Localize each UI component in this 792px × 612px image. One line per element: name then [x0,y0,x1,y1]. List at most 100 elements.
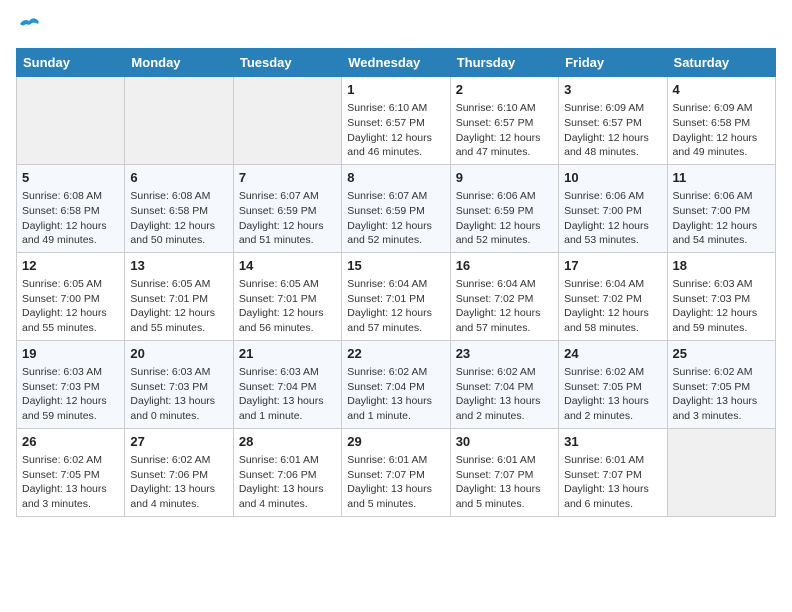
header-thursday: Thursday [450,49,558,77]
day-info: Sunrise: 6:04 AM Sunset: 7:02 PM Dayligh… [564,277,661,336]
week-row-0: 1 Sunrise: 6:10 AM Sunset: 6:57 PM Daylig… [17,77,776,165]
header-monday: Monday [125,49,233,77]
day-info: Sunrise: 6:07 AM Sunset: 6:59 PM Dayligh… [239,189,336,248]
day-number: 28 [239,433,336,451]
day-cell: 13 Sunrise: 6:05 AM Sunset: 7:01 PM Dayli… [125,252,233,340]
day-header-row: SundayMondayTuesdayWednesdayThursdayFrid… [17,49,776,77]
day-number: 8 [347,169,444,187]
day-cell: 5 Sunrise: 6:08 AM Sunset: 6:58 PM Daylig… [17,164,125,252]
day-info: Sunrise: 6:01 AM Sunset: 7:07 PM Dayligh… [347,453,444,512]
day-number: 24 [564,345,661,363]
day-cell: 31 Sunrise: 6:01 AM Sunset: 7:07 PM Dayli… [559,428,667,516]
day-info: Sunrise: 6:09 AM Sunset: 6:58 PM Dayligh… [673,101,770,160]
day-cell [667,428,775,516]
day-cell: 22Sunrise: 6:02 AM Sunset: 7:04 PM Dayli… [342,340,450,428]
day-cell: 19 Sunrise: 6:03 AM Sunset: 7:03 PM Dayli… [17,340,125,428]
day-cell: 25 Sunrise: 6:02 AM Sunset: 7:05 PM Dayli… [667,340,775,428]
day-cell: 17 Sunrise: 6:04 AM Sunset: 7:02 PM Dayli… [559,252,667,340]
day-cell: 14 Sunrise: 6:05 AM Sunset: 7:01 PM Dayli… [233,252,341,340]
day-cell: 15 Sunrise: 6:04 AM Sunset: 7:01 PM Dayli… [342,252,450,340]
day-info: Sunrise: 6:05 AM Sunset: 7:00 PM Dayligh… [22,277,119,336]
day-cell: 12 Sunrise: 6:05 AM Sunset: 7:00 PM Dayli… [17,252,125,340]
day-cell: 3 Sunrise: 6:09 AM Sunset: 6:57 PM Daylig… [559,77,667,165]
day-cell: 1 Sunrise: 6:10 AM Sunset: 6:57 PM Daylig… [342,77,450,165]
day-info: Sunrise: 6:02 AM Sunset: 7:04 PM Dayligh… [456,365,553,424]
day-info: Sunrise: 6:06 AM Sunset: 6:59 PM Dayligh… [456,189,553,248]
day-number: 15 [347,257,444,275]
calendar-table: SundayMondayTuesdayWednesdayThursdayFrid… [16,48,776,517]
header-saturday: Saturday [667,49,775,77]
day-cell: 21 Sunrise: 6:03 AM Sunset: 7:04 PM Dayli… [233,340,341,428]
day-number: 12 [22,257,119,275]
day-number: 3 [564,81,661,99]
day-cell: 8 Sunrise: 6:07 AM Sunset: 6:59 PM Daylig… [342,164,450,252]
day-number: 18 [673,257,770,275]
day-cell [17,77,125,165]
day-number: 17 [564,257,661,275]
day-info: Sunrise: 6:02 AM Sunset: 7:05 PM Dayligh… [564,365,661,424]
day-cell: 2Sunrise: 6:10 AM Sunset: 6:57 PM Daylig… [450,77,558,165]
day-number: 9 [456,169,553,187]
day-cell: 28Sunrise: 6:01 AM Sunset: 7:06 PM Dayli… [233,428,341,516]
logo-bird-icon [18,16,40,32]
day-number: 19 [22,345,119,363]
day-info: Sunrise: 6:07 AM Sunset: 6:59 PM Dayligh… [347,189,444,248]
day-info: Sunrise: 6:06 AM Sunset: 7:00 PM Dayligh… [673,189,770,248]
day-info: Sunrise: 6:10 AM Sunset: 6:57 PM Dayligh… [347,101,444,160]
week-row-1: 5 Sunrise: 6:08 AM Sunset: 6:58 PM Daylig… [17,164,776,252]
day-cell [125,77,233,165]
week-row-2: 12 Sunrise: 6:05 AM Sunset: 7:00 PM Dayli… [17,252,776,340]
day-info: Sunrise: 6:05 AM Sunset: 7:01 PM Dayligh… [239,277,336,336]
day-cell: 9 Sunrise: 6:06 AM Sunset: 6:59 PM Daylig… [450,164,558,252]
day-info: Sunrise: 6:03 AM Sunset: 7:03 PM Dayligh… [22,365,119,424]
day-cell: 6Sunrise: 6:08 AM Sunset: 6:58 PM Daylig… [125,164,233,252]
day-cell: 16Sunrise: 6:04 AM Sunset: 7:02 PM Dayli… [450,252,558,340]
day-info: Sunrise: 6:05 AM Sunset: 7:01 PM Dayligh… [130,277,227,336]
day-info: Sunrise: 6:03 AM Sunset: 7:03 PM Dayligh… [130,365,227,424]
day-info: Sunrise: 6:09 AM Sunset: 6:57 PM Dayligh… [564,101,661,160]
header-wednesday: Wednesday [342,49,450,77]
day-number: 4 [673,81,770,99]
day-number: 13 [130,257,227,275]
day-number: 31 [564,433,661,451]
day-number: 30 [456,433,553,451]
day-cell: 23 Sunrise: 6:02 AM Sunset: 7:04 PM Dayli… [450,340,558,428]
day-number: 5 [22,169,119,187]
week-row-3: 19 Sunrise: 6:03 AM Sunset: 7:03 PM Dayli… [17,340,776,428]
day-number: 22 [347,345,444,363]
day-info: Sunrise: 6:01 AM Sunset: 7:07 PM Dayligh… [564,453,661,512]
day-info: Sunrise: 6:02 AM Sunset: 7:05 PM Dayligh… [22,453,119,512]
day-number: 27 [130,433,227,451]
day-cell: 20Sunrise: 6:03 AM Sunset: 7:03 PM Dayli… [125,340,233,428]
day-number: 29 [347,433,444,451]
header-friday: Friday [559,49,667,77]
day-info: Sunrise: 6:01 AM Sunset: 7:07 PM Dayligh… [456,453,553,512]
day-cell: 27Sunrise: 6:02 AM Sunset: 7:06 PM Dayli… [125,428,233,516]
header-tuesday: Tuesday [233,49,341,77]
day-cell: 30 Sunrise: 6:01 AM Sunset: 7:07 PM Dayli… [450,428,558,516]
day-number: 6 [130,169,227,187]
week-row-4: 26Sunrise: 6:02 AM Sunset: 7:05 PM Dayli… [17,428,776,516]
day-cell: 18 Sunrise: 6:03 AM Sunset: 7:03 PM Dayli… [667,252,775,340]
day-info: Sunrise: 6:06 AM Sunset: 7:00 PM Dayligh… [564,189,661,248]
day-cell: 10 Sunrise: 6:06 AM Sunset: 7:00 PM Dayli… [559,164,667,252]
day-info: Sunrise: 6:10 AM Sunset: 6:57 PM Dayligh… [456,101,553,160]
day-number: 25 [673,345,770,363]
logo [16,16,40,36]
day-info: Sunrise: 6:02 AM Sunset: 7:05 PM Dayligh… [673,365,770,424]
day-cell: 24 Sunrise: 6:02 AM Sunset: 7:05 PM Dayli… [559,340,667,428]
day-info: Sunrise: 6:03 AM Sunset: 7:04 PM Dayligh… [239,365,336,424]
day-number: 14 [239,257,336,275]
day-info: Sunrise: 6:03 AM Sunset: 7:03 PM Dayligh… [673,277,770,336]
day-number: 23 [456,345,553,363]
day-cell [233,77,341,165]
header-sunday: Sunday [17,49,125,77]
day-number: 11 [673,169,770,187]
day-info: Sunrise: 6:04 AM Sunset: 7:01 PM Dayligh… [347,277,444,336]
day-info: Sunrise: 6:08 AM Sunset: 6:58 PM Dayligh… [22,189,119,248]
day-number: 10 [564,169,661,187]
day-number: 1 [347,81,444,99]
day-cell: 26Sunrise: 6:02 AM Sunset: 7:05 PM Dayli… [17,428,125,516]
page-header [16,16,776,36]
day-number: 21 [239,345,336,363]
